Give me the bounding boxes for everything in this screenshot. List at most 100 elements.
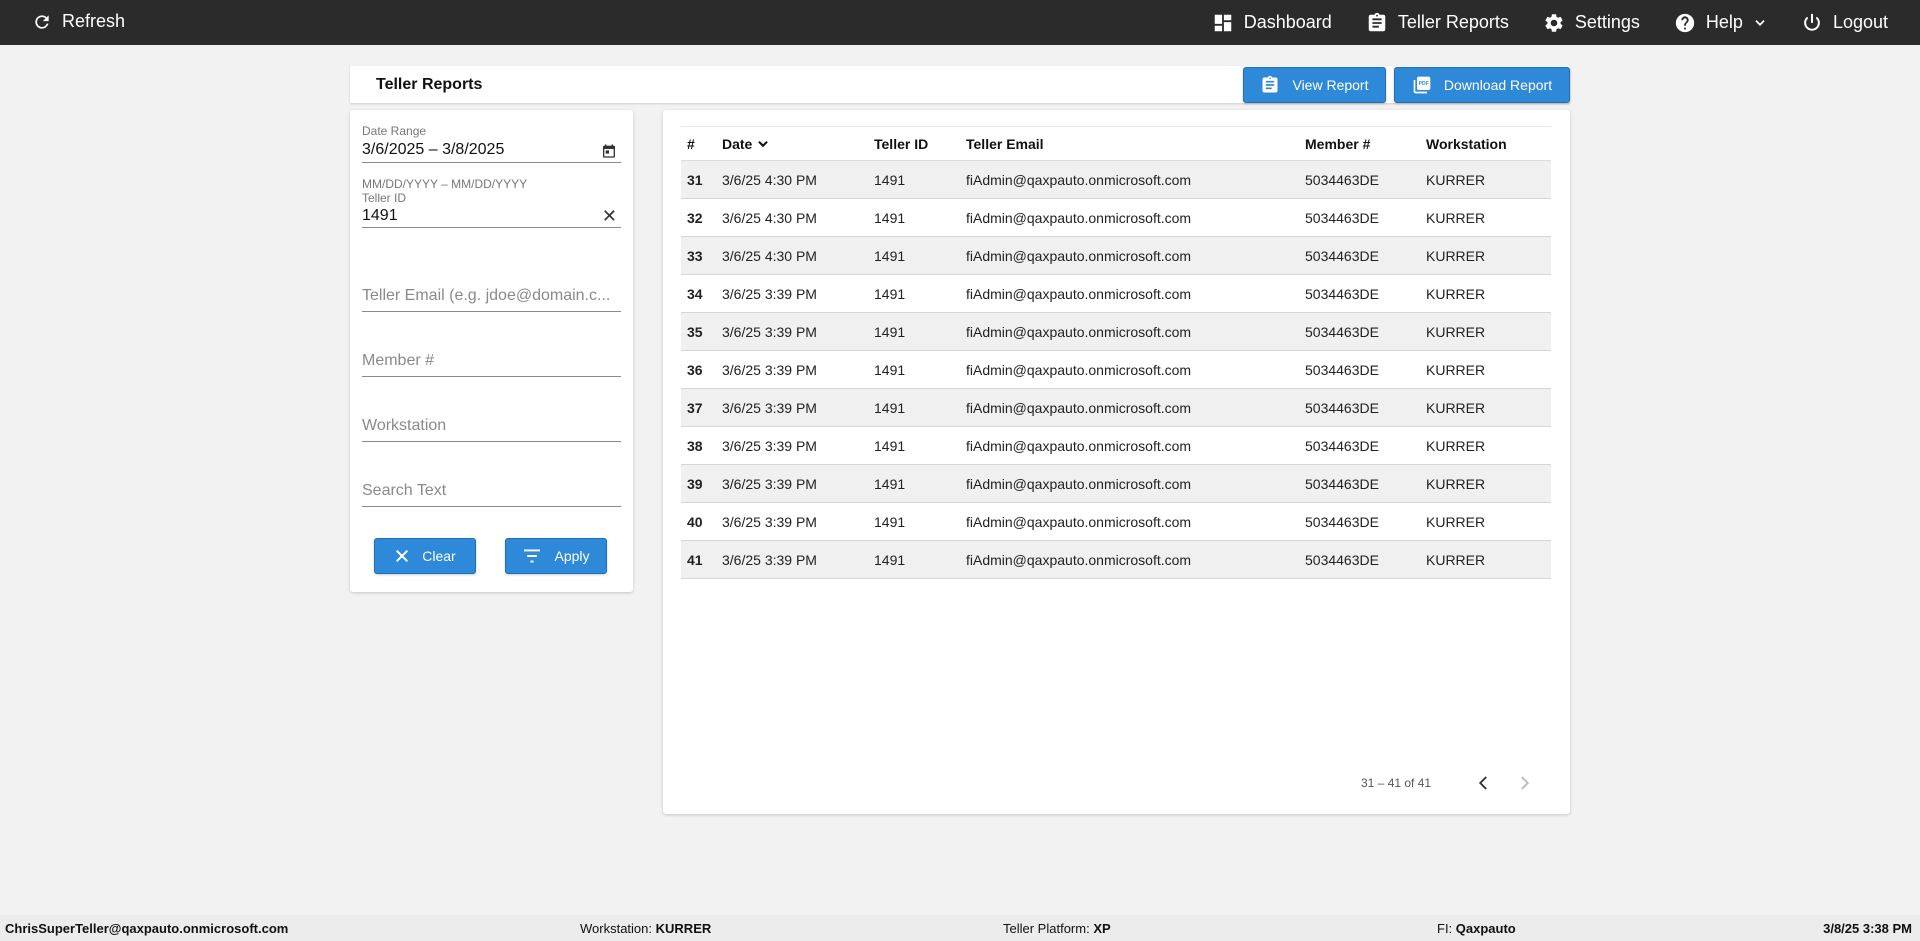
- footer-workstation-value: KURRER: [655, 921, 712, 936]
- cell-teller-id: 1491: [874, 388, 966, 427]
- refresh-icon: [35, 14, 49, 29]
- footer-user: ChrisSuperTeller@qaxpauto.onmicrosoft.co…: [5, 921, 288, 936]
- workstation-input[interactable]: Workstation: [362, 405, 621, 442]
- next-page-button[interactable]: [1515, 774, 1533, 797]
- table-row[interactable]: 38 3/6/25 3:39 PM 1491 fiAdmin@qaxpauto.onm…: [681, 426, 1551, 465]
- footer-platform: Teller Platform: XP: [1003, 921, 1111, 936]
- cell-number: 36: [681, 350, 722, 389]
- column-header-date-label: Date: [722, 135, 753, 152]
- column-header-workstation[interactable]: Workstation: [1426, 126, 1551, 161]
- page-header: Teller Reports View Report PDF Download …: [350, 66, 1570, 103]
- nav-logout[interactable]: Logout: [1801, 12, 1888, 34]
- table-row[interactable]: 34 3/6/25 3:39 PM 1491 fiAdmin@qaxpauto.onm…: [681, 274, 1551, 313]
- table-row[interactable]: 35 3/6/25 3:39 PM 1491 fiAdmin@qaxpauto.onm…: [681, 312, 1551, 351]
- cell-number: 40: [681, 502, 722, 541]
- view-report-button[interactable]: View Report: [1243, 67, 1386, 103]
- cell-date: 3/6/25 4:30 PM: [722, 160, 874, 199]
- table-row[interactable]: 40 3/6/25 3:39 PM 1491 fiAdmin@qaxpauto.onm…: [681, 502, 1551, 541]
- download-report-label: Download Report: [1443, 77, 1553, 93]
- filter-icon: [524, 549, 541, 563]
- cell-workstation: KURRER: [1426, 540, 1551, 579]
- pagination-range: 31 – 41 of 41: [1361, 776, 1432, 790]
- date-range-field[interactable]: Date Range 3/6/2025 – 3/8/2025: [362, 124, 621, 163]
- close-icon[interactable]: ✕: [602, 206, 617, 227]
- nav-dashboard-label: Dashboard: [1243, 12, 1332, 32]
- cell-teller-id: 1491: [874, 312, 966, 351]
- cell-workstation: KURRER: [1426, 274, 1551, 313]
- cell-member: 5034463DE: [1305, 502, 1426, 541]
- cell-teller-email: fiAdmin@qaxpauto.onmicrosoft.com: [966, 236, 1305, 275]
- cell-date: 3/6/25 4:30 PM: [722, 236, 874, 275]
- chevron-right-icon: [1521, 776, 1530, 790]
- table-row[interactable]: 33 3/6/25 4:30 PM 1491 fiAdmin@qaxpauto.onm…: [681, 236, 1551, 275]
- column-header-number[interactable]: #: [681, 126, 722, 161]
- cell-member: 5034463DE: [1305, 236, 1426, 275]
- cell-teller-id: 1491: [874, 198, 966, 237]
- column-header-member[interactable]: Member #: [1305, 126, 1426, 161]
- apply-button[interactable]: Apply: [505, 538, 607, 574]
- clear-button[interactable]: Clear: [374, 538, 476, 574]
- footer-workstation: Workstation: KURRER: [580, 921, 711, 936]
- nav-dashboard[interactable]: Dashboard: [1212, 12, 1332, 34]
- table-row[interactable]: 41 3/6/25 3:39 PM 1491 fiAdmin@qaxpauto.onm…: [681, 540, 1551, 579]
- table-row[interactable]: 37 3/6/25 3:39 PM 1491 fiAdmin@qaxpauto.onm…: [681, 388, 1551, 427]
- cell-teller-email: fiAdmin@qaxpauto.onmicrosoft.com: [966, 464, 1305, 503]
- cell-number: 37: [681, 388, 722, 427]
- table-row[interactable]: 31 3/6/25 4:30 PM 1491 fiAdmin@qaxpauto.onm…: [681, 160, 1551, 199]
- nav-teller-reports[interactable]: Teller Reports: [1366, 12, 1509, 34]
- cell-member: 5034463DE: [1305, 312, 1426, 351]
- cell-date: 3/6/25 3:39 PM: [722, 502, 874, 541]
- download-report-button[interactable]: PDF Download Report: [1394, 67, 1570, 103]
- cell-date: 3/6/25 3:39 PM: [722, 312, 874, 351]
- help-icon: [1675, 13, 1695, 32]
- svg-text:PDF: PDF: [1419, 81, 1429, 87]
- cell-member: 5034463DE: [1305, 540, 1426, 579]
- cell-member: 5034463DE: [1305, 350, 1426, 389]
- cell-number: 39: [681, 464, 722, 503]
- cell-teller-email: fiAdmin@qaxpauto.onmicrosoft.com: [966, 350, 1305, 389]
- nav-help[interactable]: Help: [1674, 12, 1767, 34]
- cell-date: 3/6/25 4:30 PM: [722, 198, 874, 237]
- footer-fi-label: FI:: [1437, 921, 1453, 936]
- nav-logout-label: Logout: [1832, 12, 1888, 32]
- table-row[interactable]: 36 3/6/25 3:39 PM 1491 fiAdmin@qaxpauto.onm…: [681, 350, 1551, 389]
- chevron-left-icon: [1478, 776, 1487, 790]
- column-header-teller-email[interactable]: Teller Email: [966, 126, 1305, 161]
- cell-member: 5034463DE: [1305, 198, 1426, 237]
- column-header-teller-id[interactable]: Teller ID: [874, 126, 966, 161]
- workstation-placeholder: Workstation: [362, 417, 447, 434]
- cell-member: 5034463DE: [1305, 426, 1426, 465]
- footer-workstation-label: Workstation:: [580, 921, 653, 936]
- footer-user-email: ChrisSuperTeller@qaxpauto.onmicrosoft.co…: [5, 921, 289, 936]
- cell-teller-email: fiAdmin@qaxpauto.onmicrosoft.com: [966, 312, 1305, 351]
- calendar-icon[interactable]: [601, 143, 617, 164]
- date-format-hint: MM/DD/YYYY – MM/DD/YYYY: [362, 177, 528, 191]
- cell-workstation: KURRER: [1426, 464, 1551, 503]
- footer-fi: FI: Qaxpauto: [1437, 921, 1516, 936]
- column-header-date[interactable]: Date: [722, 126, 874, 161]
- chevron-down-icon: [1755, 19, 1765, 26]
- nav-settings[interactable]: Settings: [1543, 12, 1640, 34]
- date-range-label: Date Range: [362, 124, 427, 138]
- sort-desc-icon: [758, 140, 769, 147]
- gear-icon: [1545, 13, 1563, 32]
- clipboard-icon: [1368, 12, 1386, 31]
- status-footer: ChrisSuperTeller@qaxpauto.onmicrosoft.co…: [0, 915, 1920, 941]
- cell-member: 5034463DE: [1305, 464, 1426, 503]
- refresh-button[interactable]: Refresh: [32, 11, 125, 32]
- teller-email-input[interactable]: Teller Email (e.g. jdoe@domain.c...: [362, 275, 621, 312]
- cell-member: 5034463DE: [1305, 160, 1426, 199]
- teller-id-field[interactable]: Teller ID 1491 ✕: [362, 191, 621, 228]
- search-text-input[interactable]: Search Text: [362, 470, 621, 507]
- previous-page-button[interactable]: [1475, 774, 1493, 797]
- nav-settings-label: Settings: [1574, 12, 1640, 32]
- member-number-placeholder: Member #: [362, 352, 435, 369]
- table-row[interactable]: 32 3/6/25 4:30 PM 1491 fiAdmin@qaxpauto.onm…: [681, 198, 1551, 237]
- cell-teller-email: fiAdmin@qaxpauto.onmicrosoft.com: [966, 160, 1305, 199]
- nav-help-label: Help: [1705, 12, 1743, 32]
- member-number-input[interactable]: Member #: [362, 340, 621, 377]
- table-row[interactable]: 39 3/6/25 3:39 PM 1491 fiAdmin@qaxpauto.onm…: [681, 464, 1551, 503]
- cell-workstation: KURRER: [1426, 388, 1551, 427]
- top-nav-bar: Refresh Dashboard Teller Reports Setting…: [0, 0, 1920, 45]
- cell-teller-email: fiAdmin@qaxpauto.onmicrosoft.com: [966, 502, 1305, 541]
